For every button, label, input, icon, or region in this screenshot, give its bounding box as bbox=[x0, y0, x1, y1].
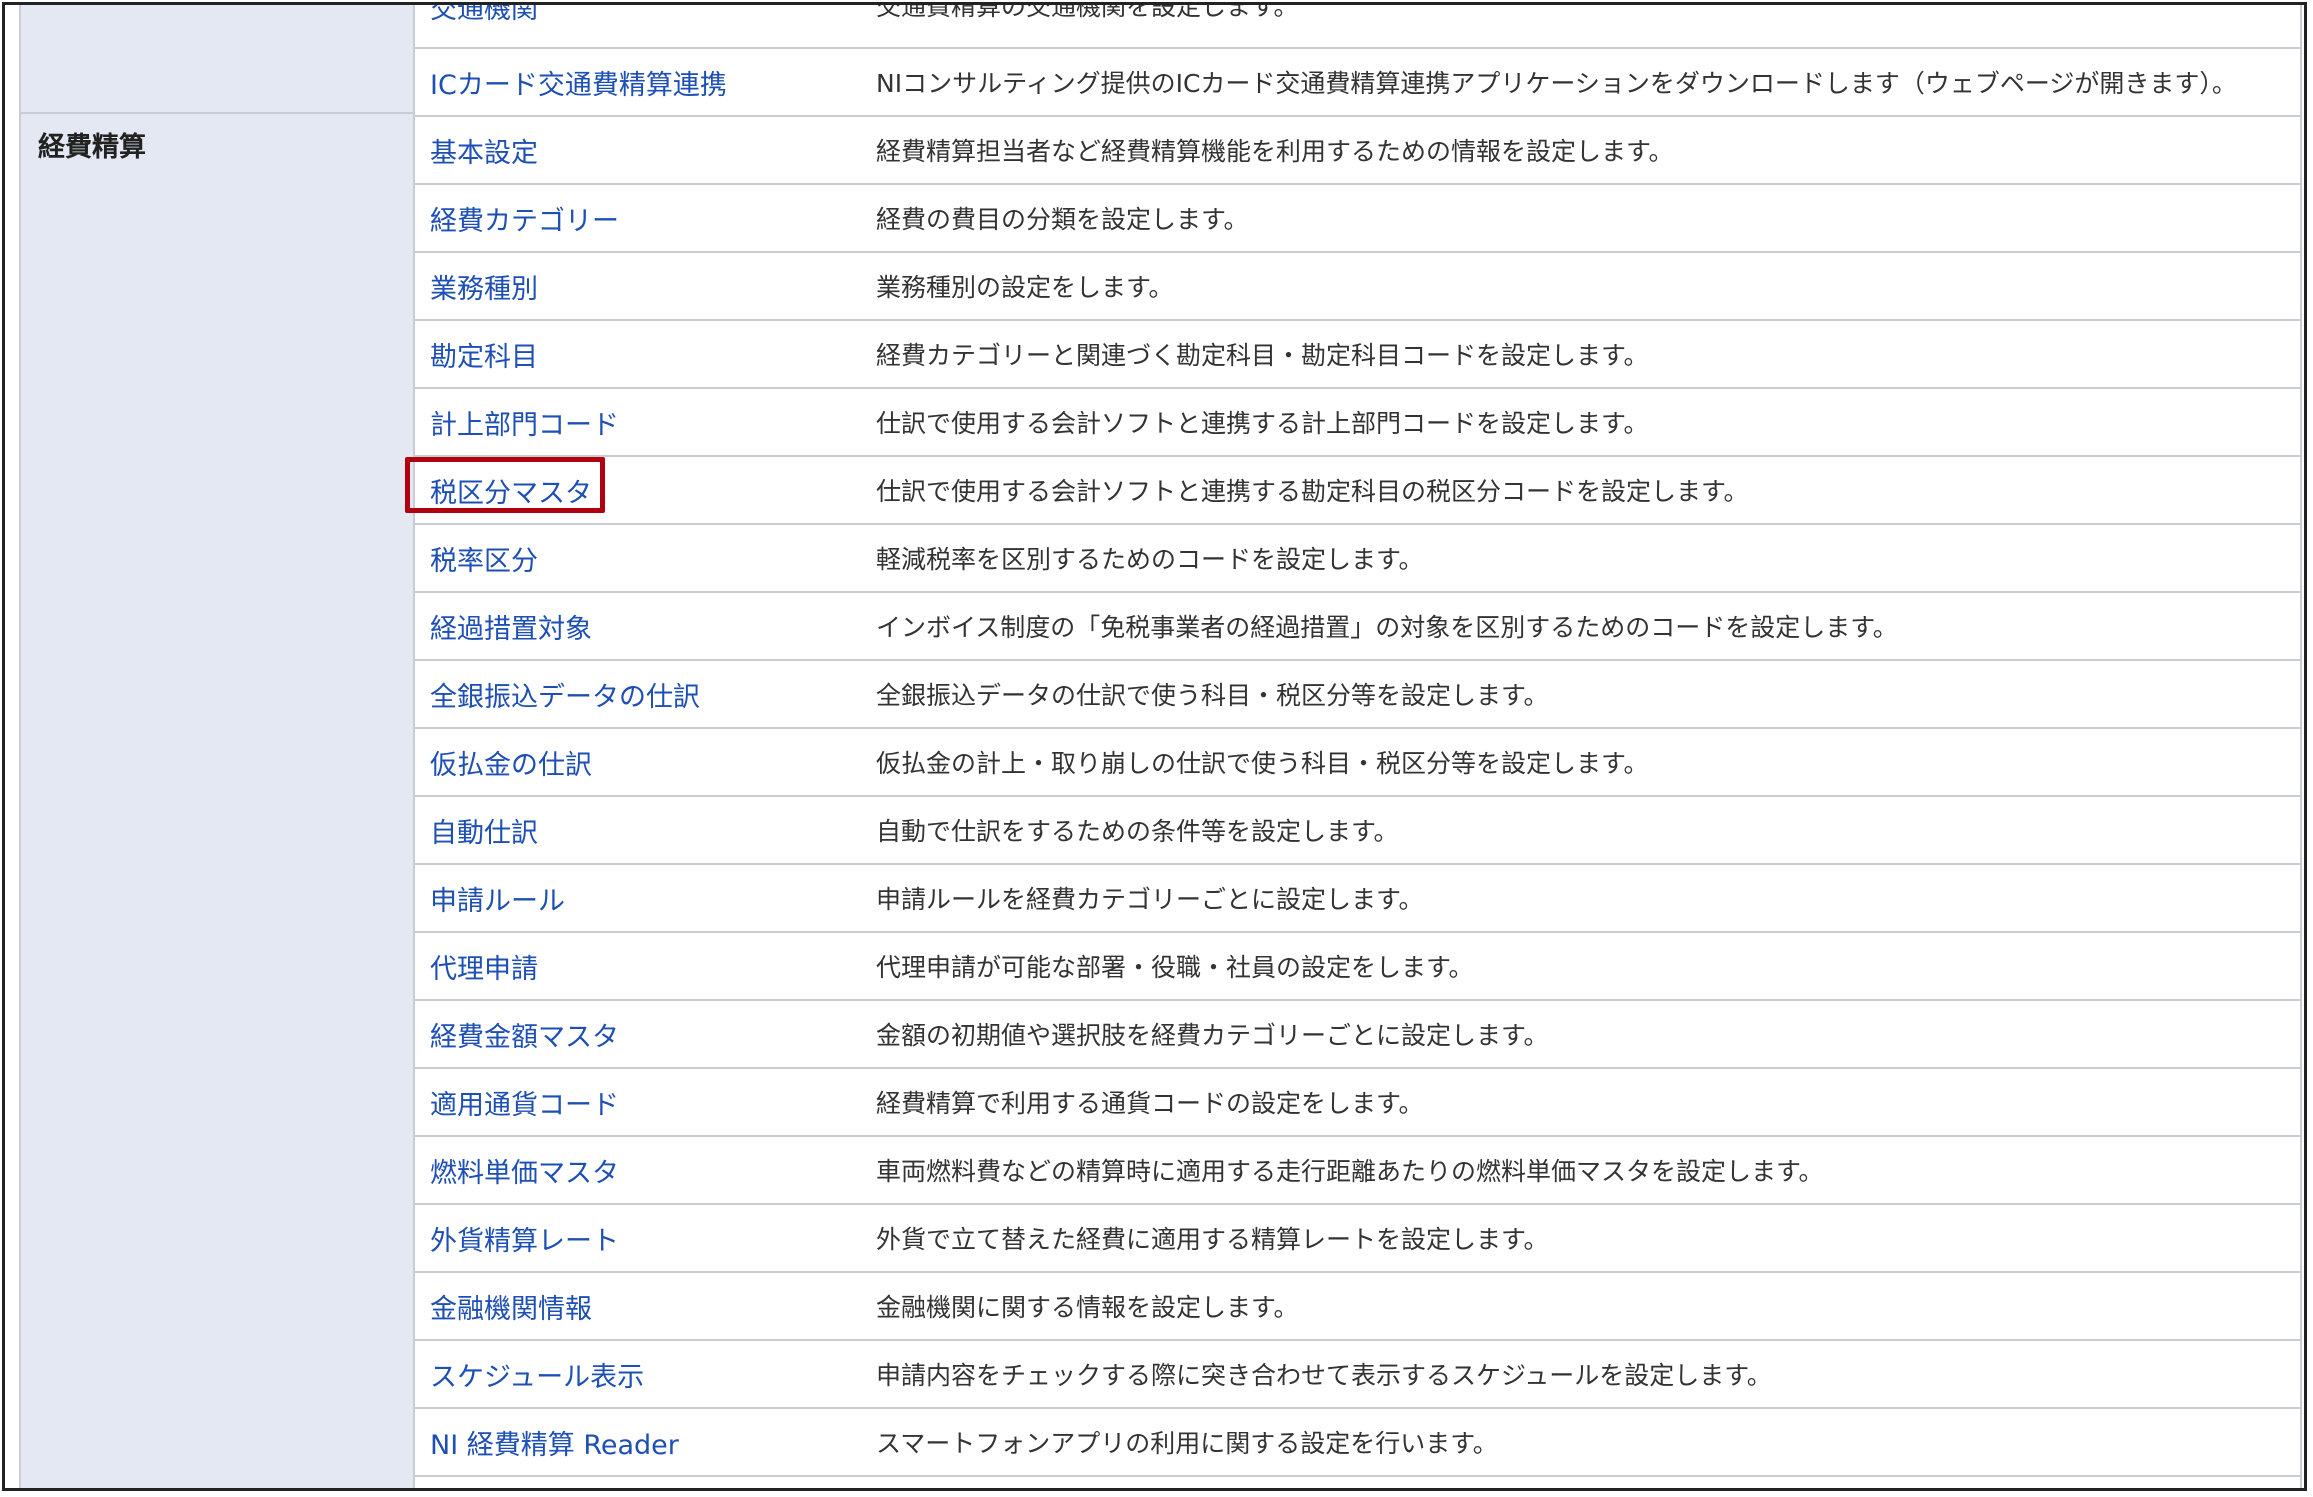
settings-table: 交通機関 交通費精算の交通機関を設定します。 経費精算 ICカード交通費精算連携… bbox=[2, 2, 2307, 1491]
table-row: 全銀振込データの仕訳 全銀振込データの仕訳で使う科目・税区分等を設定します。 bbox=[415, 659, 2300, 727]
setting-link[interactable]: 適用通貨コード bbox=[430, 1083, 619, 1122]
table-row: 代理申請 代理申請が可能な部署・役職・社員の設定をします。 bbox=[415, 931, 2300, 999]
table-row: 外貨精算レート 外貨で立て替えた経費に適用する精算レートを設定します。 bbox=[415, 1203, 2300, 1271]
table-row: 基本設定 経費精算担当者など経費精算機能を利用するための情報を設定します。 bbox=[415, 115, 2300, 183]
setting-link[interactable]: 経費カテゴリー bbox=[430, 199, 619, 238]
table-row: 経費カテゴリー 経費の費目の分類を設定します。 bbox=[415, 183, 2300, 251]
setting-description: NIコンサルティング提供のICカード交通費精算連携アプリケーションをダウンロード… bbox=[876, 69, 2237, 98]
table-row: ICカード交通費精算連携 NIコンサルティング提供のICカード交通費精算連携アプ… bbox=[415, 47, 2300, 115]
setting-description: 経費精算担当者など経費精算機能を利用するための情報を設定します。 bbox=[876, 137, 1674, 166]
table-row: NI 経費精算 Reader スマートフォンアプリの利用に関する設定を行います。 bbox=[415, 1407, 2300, 1475]
setting-link[interactable]: 基本設定 bbox=[430, 131, 538, 170]
setting-link[interactable]: スケジュール表示 bbox=[430, 1355, 644, 1394]
setting-description: インボイス制度の「免税事業者の経過措置」の対象を区別するためのコードを設定します… bbox=[876, 613, 1898, 642]
cutoff-row-link[interactable]: 交通機関 bbox=[430, 5, 538, 26]
setting-link[interactable]: 税率区分 bbox=[430, 539, 538, 578]
table-row: 勘定科目 経費カテゴリーと関連づく勘定科目・勘定科目コードを設定します。 bbox=[415, 319, 2300, 387]
setting-description: 経費カテゴリーと関連づく勘定科目・勘定科目コードを設定します。 bbox=[876, 341, 1649, 370]
setting-description: 外貨で立て替えた経費に適用する精算レートを設定します。 bbox=[876, 1225, 1549, 1254]
category-column bbox=[19, 5, 415, 1488]
setting-link[interactable]: 自動仕訳 bbox=[430, 811, 538, 850]
setting-description: 車両燃料費などの精算時に適用する走行距離あたりの燃料単価マスタを設定します。 bbox=[876, 1157, 1824, 1186]
setting-link[interactable]: 計上部門コード bbox=[430, 403, 619, 442]
setting-description: 自動で仕訳をするための条件等を設定します。 bbox=[876, 817, 1399, 846]
setting-link[interactable]: 申請ルール bbox=[430, 879, 565, 918]
setting-link[interactable]: 経過措置対象 bbox=[430, 607, 592, 646]
setting-description: 仕訳で使用する会計ソフトと連携する計上部門コードを設定します。 bbox=[876, 409, 1649, 438]
setting-description: 経費の費目の分類を設定します。 bbox=[876, 205, 1249, 234]
setting-link[interactable]: 金融機関情報 bbox=[430, 1287, 592, 1326]
setting-link[interactable]: 仮払金の仕訳 bbox=[430, 743, 592, 782]
table-row: 業務種別 業務種別の設定をします。 bbox=[415, 251, 2300, 319]
category-divider bbox=[19, 112, 415, 114]
setting-link[interactable]: 経費金額マスタ bbox=[430, 1015, 619, 1054]
setting-description: 金融機関に関する情報を設定します。 bbox=[876, 1293, 1299, 1322]
table-row: 経費金額マスタ 金額の初期値や選択肢を経費カテゴリーごとに設定します。 bbox=[415, 999, 2300, 1067]
setting-link[interactable]: 全銀振込データの仕訳 bbox=[430, 675, 700, 714]
setting-link[interactable]: 外貨精算レート bbox=[430, 1219, 619, 1258]
table-row bbox=[415, 1475, 2300, 1488]
setting-description: 軽減税率を区別するためのコードを設定します。 bbox=[876, 545, 1424, 574]
table-row: 申請ルール 申請ルールを経費カテゴリーごとに設定します。 bbox=[415, 863, 2300, 931]
setting-description: 申請内容をチェックする際に突き合わせて表示するスケジュールを設定します。 bbox=[876, 1361, 1772, 1390]
setting-description: 仕訳で使用する会計ソフトと連携する勘定科目の税区分コードを設定します。 bbox=[876, 477, 1749, 506]
setting-description: 業務種別の設定をします。 bbox=[876, 273, 1174, 302]
highlight-box bbox=[405, 457, 605, 513]
table-row: 自動仕訳 自動で仕訳をするための条件等を設定します。 bbox=[415, 795, 2300, 863]
table-row: 経過措置対象 インボイス制度の「免税事業者の経過措置」の対象を区別するためのコード… bbox=[415, 591, 2300, 659]
setting-link[interactable]: NI 経費精算 Reader bbox=[430, 1423, 679, 1462]
cutoff-row-desc: 交通費精算の交通機関を設定します。 bbox=[876, 2, 1299, 21]
table-row: 金融機関情報 金融機関に関する情報を設定します。 bbox=[415, 1271, 2300, 1339]
table-row: 燃料単価マスタ 車両燃料費などの精算時に適用する走行距離あたりの燃料単価マスタを設… bbox=[415, 1135, 2300, 1203]
table-row: 適用通貨コード 経費精算で利用する通貨コードの設定をします。 bbox=[415, 1067, 2300, 1135]
setting-description: 金額の初期値や選択肢を経費カテゴリーごとに設定します。 bbox=[876, 1021, 1549, 1050]
table-row: スケジュール表示 申請内容をチェックする際に突き合わせて表示するスケジュールを設定… bbox=[415, 1339, 2300, 1407]
setting-link[interactable]: 業務種別 bbox=[430, 267, 538, 306]
setting-description: スマートフォンアプリの利用に関する設定を行います。 bbox=[876, 1429, 1498, 1458]
settings-rows: ICカード交通費精算連携 NIコンサルティング提供のICカード交通費精算連携アプ… bbox=[415, 47, 2300, 1488]
table-right-border bbox=[2300, 5, 2302, 1488]
setting-link[interactable]: 代理申請 bbox=[430, 947, 538, 986]
category-label: 経費精算 bbox=[38, 132, 146, 163]
setting-description: 全銀振込データの仕訳で使う科目・税区分等を設定します。 bbox=[876, 681, 1549, 710]
setting-description: 申請ルールを経費カテゴリーごとに設定します。 bbox=[876, 885, 1424, 914]
table-row: 税区分マスタ 仕訳で使用する会計ソフトと連携する勘定科目の税区分コードを設定します… bbox=[415, 455, 2300, 523]
table-row: 税率区分 軽減税率を区別するためのコードを設定します。 bbox=[415, 523, 2300, 591]
setting-link[interactable]: ICカード交通費精算連携 bbox=[430, 63, 727, 102]
setting-link[interactable]: 勘定科目 bbox=[430, 335, 538, 374]
table-row: 仮払金の仕訳 仮払金の計上・取り崩しの仕訳で使う科目・税区分等を設定します。 bbox=[415, 727, 2300, 795]
table-row: 計上部門コード 仕訳で使用する会計ソフトと連携する計上部門コードを設定します。 bbox=[415, 387, 2300, 455]
setting-description: 代理申請が可能な部署・役職・社員の設定をします。 bbox=[876, 953, 1474, 982]
setting-description: 仮払金の計上・取り崩しの仕訳で使う科目・税区分等を設定します。 bbox=[876, 749, 1649, 778]
setting-link[interactable]: 燃料単価マスタ bbox=[430, 1151, 619, 1190]
setting-description: 経費精算で利用する通貨コードの設定をします。 bbox=[876, 1089, 1424, 1118]
